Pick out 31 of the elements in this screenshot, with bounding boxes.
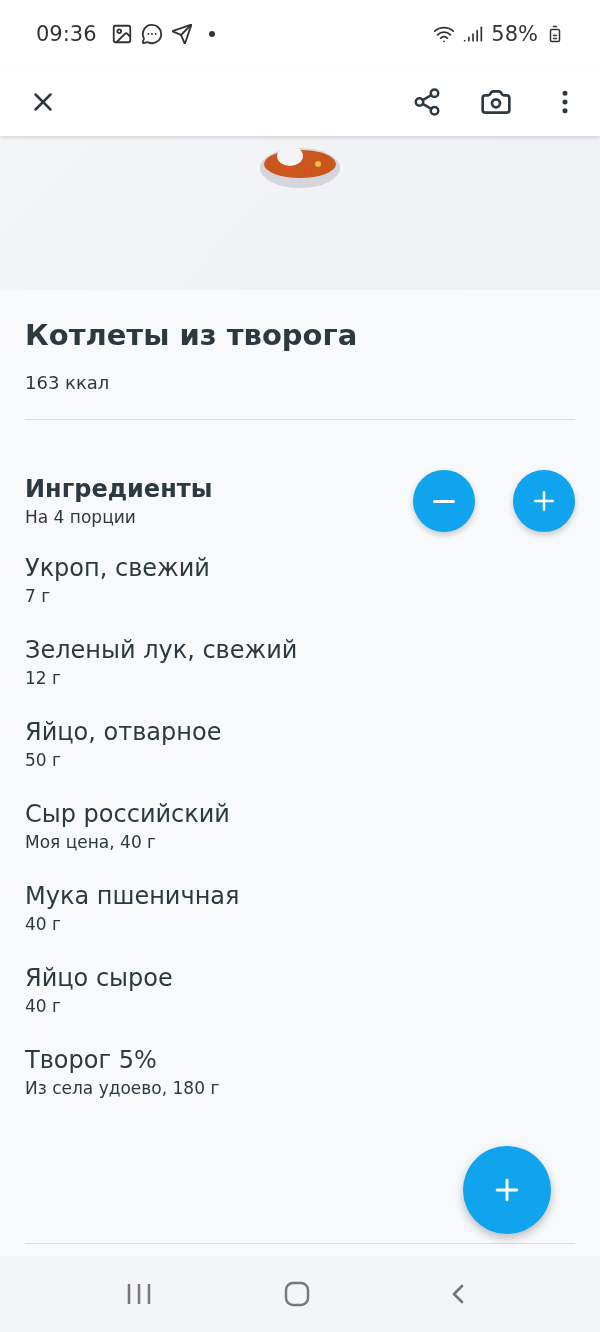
- ingredient-amount: 40 г: [25, 996, 62, 1016]
- ingredient-amount: 7 г: [25, 586, 52, 606]
- ingredient-name: Творог 5%: [25, 1046, 158, 1074]
- minus-icon: [433, 499, 455, 503]
- battery-percent: 58%: [491, 22, 538, 46]
- add-ingredient-button[interactable]: [463, 1146, 551, 1234]
- ingredient-name: Яйцо, отварное: [25, 718, 223, 746]
- servings-text: На 4 порции: [25, 507, 137, 527]
- recents-icon[interactable]: [126, 1282, 152, 1306]
- signal-icon: [463, 24, 484, 44]
- ingredient-amount: Из села удоево, 180 г: [25, 1078, 221, 1098]
- ingredient-name: Мука пшеничная: [25, 882, 241, 910]
- chat-icon: [140, 23, 163, 45]
- home-icon[interactable]: [284, 1281, 310, 1307]
- decrease-servings-button[interactable]: [413, 470, 475, 532]
- ingredient-name: Зеленый лук, свежий: [25, 636, 299, 664]
- ingredients-heading: Ингредиенты: [25, 475, 213, 503]
- share-icon[interactable]: [412, 87, 442, 117]
- recipe-title: Котлеты из творога: [25, 318, 359, 352]
- calories-text: 163 ккал: [25, 372, 111, 393]
- ingredient-amount: 40 г: [25, 914, 62, 934]
- ingredient-name: Яйцо сырое: [25, 964, 174, 992]
- notification-dot: [208, 31, 215, 37]
- ingredient-amount: Моя цена, 40 г: [25, 832, 158, 852]
- ingredient-name: Сыр российский: [25, 800, 231, 828]
- ingredient-name: Укроп, свежий: [25, 554, 211, 582]
- ingredient-amount: 12 г: [25, 668, 62, 688]
- ingredient-amount: 50 г: [25, 750, 62, 770]
- gallery-icon: [110, 23, 133, 45]
- status-time: 09:36: [36, 22, 97, 46]
- increase-servings-button[interactable]: [513, 470, 575, 532]
